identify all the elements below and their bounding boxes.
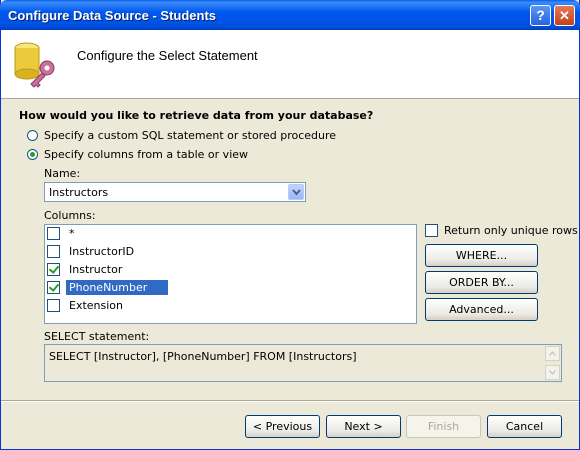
previous-button[interactable]: < Previous (245, 415, 320, 438)
specify-columns-radio[interactable] (27, 149, 38, 160)
cancel-button[interactable]: Cancel (487, 415, 562, 438)
question-heading: How would you like to retrieve data from… (19, 109, 374, 122)
close-button[interactable]: ✕ (554, 5, 575, 26)
page-title: Configure the Select Statement (77, 48, 258, 63)
column-checkbox[interactable] (47, 281, 60, 294)
scroll-down-icon[interactable] (545, 365, 560, 380)
help-button[interactable]: ? (530, 5, 551, 26)
column-checkbox[interactable] (47, 245, 60, 258)
column-label: Instructor (69, 263, 123, 276)
column-label: PhoneNumber (66, 280, 168, 295)
next-button[interactable]: Next > (326, 415, 401, 438)
columns-list[interactable]: * InstructorID Instructor PhoneNumber Ex… (44, 224, 417, 324)
chevron-down-icon[interactable] (288, 184, 304, 200)
specify-columns-option[interactable]: Specify columns from a table or view (27, 148, 248, 161)
custom-sql-label: Specify a custom SQL statement or stored… (44, 129, 337, 142)
column-item[interactable]: PhoneNumber (47, 279, 168, 296)
advanced-button[interactable]: Advanced... (425, 298, 538, 321)
select-statement-box[interactable]: SELECT [Instructor], [PhoneNumber] FROM … (44, 344, 562, 382)
column-label: * (69, 227, 75, 240)
select-statement-label: SELECT statement: (44, 330, 150, 343)
custom-sql-radio[interactable] (27, 130, 38, 141)
where-button[interactable]: WHERE... (425, 244, 538, 267)
order-by-button[interactable]: ORDER BY... (425, 271, 538, 294)
column-label: InstructorID (69, 245, 135, 258)
column-item[interactable]: * (47, 225, 78, 242)
window-title: Configure Data Source - Students (8, 8, 217, 23)
column-checkbox[interactable] (47, 227, 60, 240)
select-statement-text: SELECT [Instructor], [PhoneNumber] FROM … (49, 350, 357, 363)
title-bar[interactable]: Configure Data Source - Students ? ✕ (0, 0, 580, 30)
database-key-icon (14, 42, 55, 88)
name-label: Name: (44, 167, 81, 180)
specify-columns-label: Specify columns from a table or view (44, 148, 249, 161)
wizard-header: Configure the Select Statement (1, 30, 579, 99)
name-dropdown-value: Instructors (49, 186, 109, 199)
scroll-up-icon[interactable] (545, 346, 560, 361)
unique-rows-checkbox[interactable] (425, 224, 438, 237)
column-checkbox[interactable] (47, 263, 60, 276)
column-item[interactable]: Instructor (47, 261, 125, 278)
column-label: Extension (69, 299, 124, 312)
name-dropdown[interactable]: Instructors (44, 182, 306, 202)
finish-button[interactable]: Finish (406, 415, 481, 438)
column-checkbox[interactable] (47, 299, 60, 312)
custom-sql-option[interactable]: Specify a custom SQL statement or stored… (27, 129, 336, 142)
unique-rows-option[interactable]: Return only unique rows (425, 224, 578, 237)
columns-label: Columns: (44, 209, 96, 222)
dialog-window: Configure Data Source - Students ? ✕ Con… (0, 0, 580, 450)
unique-rows-label: Return only unique rows (444, 224, 578, 237)
column-item[interactable]: InstructorID (47, 243, 137, 260)
column-item[interactable]: Extension (47, 297, 126, 314)
footer-divider (1, 400, 579, 402)
